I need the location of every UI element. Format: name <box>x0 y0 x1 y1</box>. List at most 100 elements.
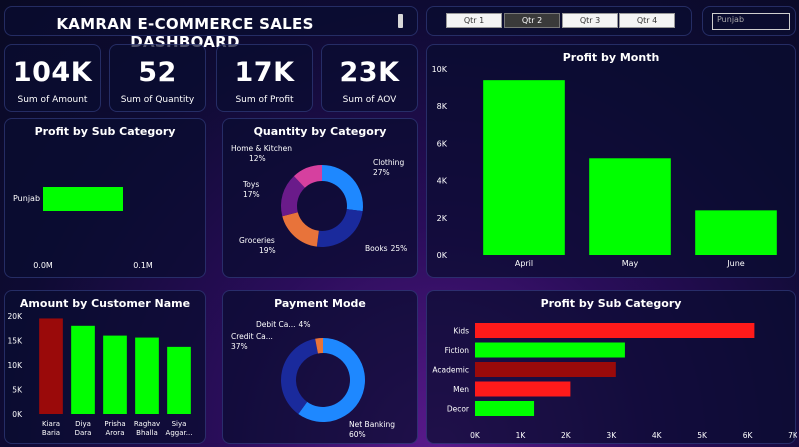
qtr-1-button[interactable]: Qtr 1 <box>446 13 502 28</box>
kpi-card-profit: 17K Sum of Profit <box>216 44 313 112</box>
quantity-by-category-panel[interactable]: Quantity by Category Clothing 27% Books 25%… <box>222 118 418 278</box>
qtr-3-button[interactable]: Qtr 3 <box>562 13 618 28</box>
title-scrollbar[interactable] <box>398 14 403 28</box>
x-tick-label: Aggar... <box>166 429 193 437</box>
x-tick-label: 6K <box>743 431 754 440</box>
profit-by-subcategory-chart: Kids Fiction Academic Men Decor 0K 1K 2K 3K 4K 5K 6… <box>432 323 797 440</box>
x-tick-label: 5K <box>697 431 708 440</box>
slice-clothing <box>322 165 363 212</box>
bar-april <box>483 80 565 255</box>
title-panel: KAMRAN E-COMMERCE SALES DASHBOARD <box>4 6 418 51</box>
slice-name: Groceries <box>239 236 275 245</box>
y-tick-label: Kids <box>453 327 469 336</box>
kpi-amount-label: Sum of Amount <box>17 95 88 105</box>
slice-name: Net Banking <box>349 420 395 429</box>
x-tick-label: April <box>515 259 533 268</box>
y-tick-label: 15K <box>8 337 24 346</box>
bar-customer <box>167 346 191 414</box>
kpi-aov-label: Sum of AOV <box>342 95 397 105</box>
x-tick-label: 3K <box>606 431 617 440</box>
slice-name: Debit Ca... <box>256 320 296 329</box>
y-tick-label: 8K <box>437 102 448 111</box>
slice-label: Books 25% <box>365 244 407 253</box>
slice-credit-ca <box>281 338 318 414</box>
bar-decor <box>475 401 535 416</box>
x-tick-label: Raghav <box>134 420 160 428</box>
x-tick-label: Kiara <box>42 420 60 428</box>
y-tick-label: Men <box>453 385 469 394</box>
x-tick-label: 0.1M <box>133 261 153 270</box>
x-tick-label: Diya <box>75 420 91 428</box>
x-tick-label: 1K <box>516 431 527 440</box>
kpi-quantity-label: Sum of Quantity <box>120 95 195 105</box>
bar-customer <box>71 325 95 414</box>
profit-by-month-panel[interactable]: Profit by Month 0K 2K 4K 6K 8K 10K April May Jun… <box>426 44 796 278</box>
profit-by-subcategory-panel[interactable]: Profit by Sub Category Kids Fiction Academ… <box>426 290 797 444</box>
state-filter-panel: Punjab <box>702 6 796 36</box>
x-tick-label: 2K <box>561 431 572 440</box>
slice-pct: 4% <box>299 320 311 329</box>
slice-pct: 12% <box>249 154 266 163</box>
bar-fiction <box>475 342 625 358</box>
slice-pct: 27% <box>373 168 390 177</box>
payment-mode-panel[interactable]: Payment Mode Net Banking 60% Credit Ca... 3… <box>222 290 418 444</box>
x-tick-label: 0.0M <box>33 261 53 270</box>
y-tick-label: 10K <box>8 361 24 370</box>
y-tick-label: Decor <box>447 405 470 414</box>
kpi-card-amount: 104K Sum of Amount <box>4 44 101 112</box>
x-tick-label: Bhalla <box>136 429 158 437</box>
qtr-4-button[interactable]: Qtr 4 <box>619 13 675 28</box>
bar-punjab <box>43 187 123 211</box>
x-tick-label: 0K <box>470 431 481 440</box>
slice-books <box>316 209 363 247</box>
bar-academic <box>475 362 616 377</box>
y-tick-label: 4K <box>437 177 448 186</box>
kpi-quantity-value: 52 <box>138 57 177 88</box>
profit-by-state-panel[interactable]: Profit by Sub Category Punjab 0.0M 0.1M <box>4 118 206 278</box>
x-tick-label: Prisha <box>104 420 125 428</box>
slice-name: Toys <box>242 180 259 189</box>
kpi-amount-value: 104K <box>12 57 93 88</box>
qtr-2-button[interactable]: Qtr 2 <box>504 13 560 28</box>
kpi-card-aov: 23K Sum of AOV <box>321 44 418 112</box>
x-tick-label: 4K <box>652 431 663 440</box>
bar-men <box>475 381 571 397</box>
payment-mode-chart: Net Banking60% Credit Ca...37% Debit Ca...… <box>231 320 395 439</box>
slice-name: Clothing <box>373 158 404 167</box>
y-tick-label: 2K <box>437 214 448 223</box>
x-tick-label: Siya <box>172 420 187 428</box>
state-filter-input[interactable]: Punjab <box>712 13 790 30</box>
bar-kids <box>475 323 755 338</box>
y-tick-label: 20K <box>8 312 24 321</box>
slice-pct: 25% <box>391 244 408 253</box>
quantity-by-category-chart: Clothing27% Books 25% Groceries19% Toys17% Ho… <box>231 144 407 255</box>
slice-pct: 19% <box>259 246 276 255</box>
slice-groceries <box>282 212 319 247</box>
slice-pct: 17% <box>243 190 260 199</box>
bar-customer <box>39 318 63 414</box>
x-tick-label: Baria <box>42 429 60 437</box>
kpi-aov-value: 23K <box>339 57 400 88</box>
y-tick-label: 10K <box>432 65 448 74</box>
y-tick-label: 0K <box>12 410 23 419</box>
x-tick-label: June <box>726 259 745 268</box>
bar-customer <box>103 335 127 414</box>
y-tick-label: Punjab <box>13 194 40 203</box>
slice-label: Debit Ca... 4% <box>256 320 310 329</box>
x-tick-label: May <box>622 259 639 268</box>
bar-june <box>695 210 777 255</box>
y-tick-label: Academic <box>432 366 469 375</box>
quarter-slicer: Qtr 1 Qtr 2 Qtr 3 Qtr 4 <box>426 6 692 36</box>
amount-by-customer-panel[interactable]: Amount by Customer Name 0K 5K 10K 15K 20K Kia… <box>4 290 206 444</box>
kpi-card-quantity: 52 Sum of Quantity <box>109 44 206 112</box>
slice-pct: 37% <box>231 342 248 351</box>
slice-name: Credit Ca... <box>231 332 273 341</box>
y-tick-label: 6K <box>437 139 448 148</box>
slice-name: Books <box>365 244 388 253</box>
profit-by-state-chart: Punjab 0.0M 0.1M <box>13 187 153 270</box>
slice-pct: 60% <box>349 430 366 439</box>
kpi-profit-label: Sum of Profit <box>235 95 294 105</box>
bar-customer <box>135 337 159 414</box>
amount-by-customer-chart: 0K 5K 10K 15K 20K KiaraBaria DiyaDara PrishaAro… <box>8 312 193 437</box>
kpi-profit-value: 17K <box>234 57 295 88</box>
